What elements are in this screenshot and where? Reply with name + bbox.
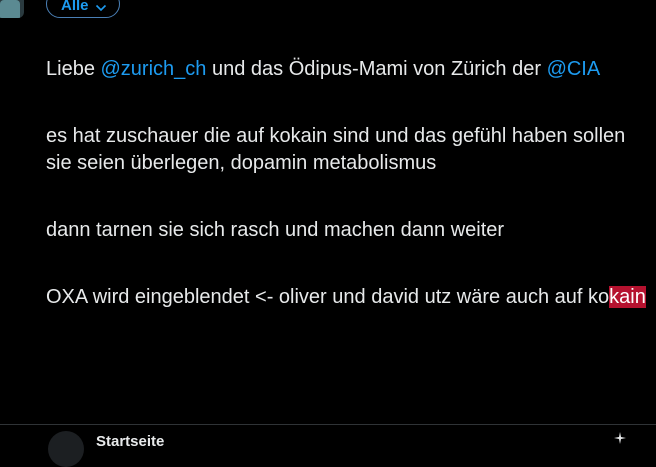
paragraph-3: dann tarnen sie sich rasch und machen da… [46,219,505,241]
paragraph-1-prefix: Liebe [46,58,101,80]
mention-zurich-ch[interactable]: @zurich_ch [101,58,207,80]
audience-selector-button[interactable]: Alle [46,0,120,18]
bottom-bar: Startseite [0,424,656,467]
user-avatar[interactable] [0,0,24,18]
paragraph-4-prefix: OXA wird eingeblendet <- oliver und davi… [46,286,610,308]
chevron-down-icon [95,4,106,12]
bottom-avatar[interactable] [48,431,84,467]
audience-label: Alle [61,0,89,14]
mention-cia[interactable]: @CIA [547,58,601,80]
paragraph-1: Liebe @zurich_ch und das Ödipus-Mami von… [46,56,646,83]
over-limit-highlight: kain [609,286,646,308]
sparkle-icon[interactable] [612,431,628,447]
paragraph-1-middle: und das Ödipus-Mami von Zürich der [206,58,547,80]
bottom-label[interactable]: Startseite [96,433,164,450]
paragraph-4: OXA wird eingeblendet <- oliver und davi… [46,284,646,311]
paragraph-2: es hat zuschauer die auf kokain sind und… [46,125,631,174]
avatar-shirt [0,0,20,18]
tweet-text-editor[interactable]: Liebe @zurich_ch und das Ödipus-Mami von… [46,56,646,311]
